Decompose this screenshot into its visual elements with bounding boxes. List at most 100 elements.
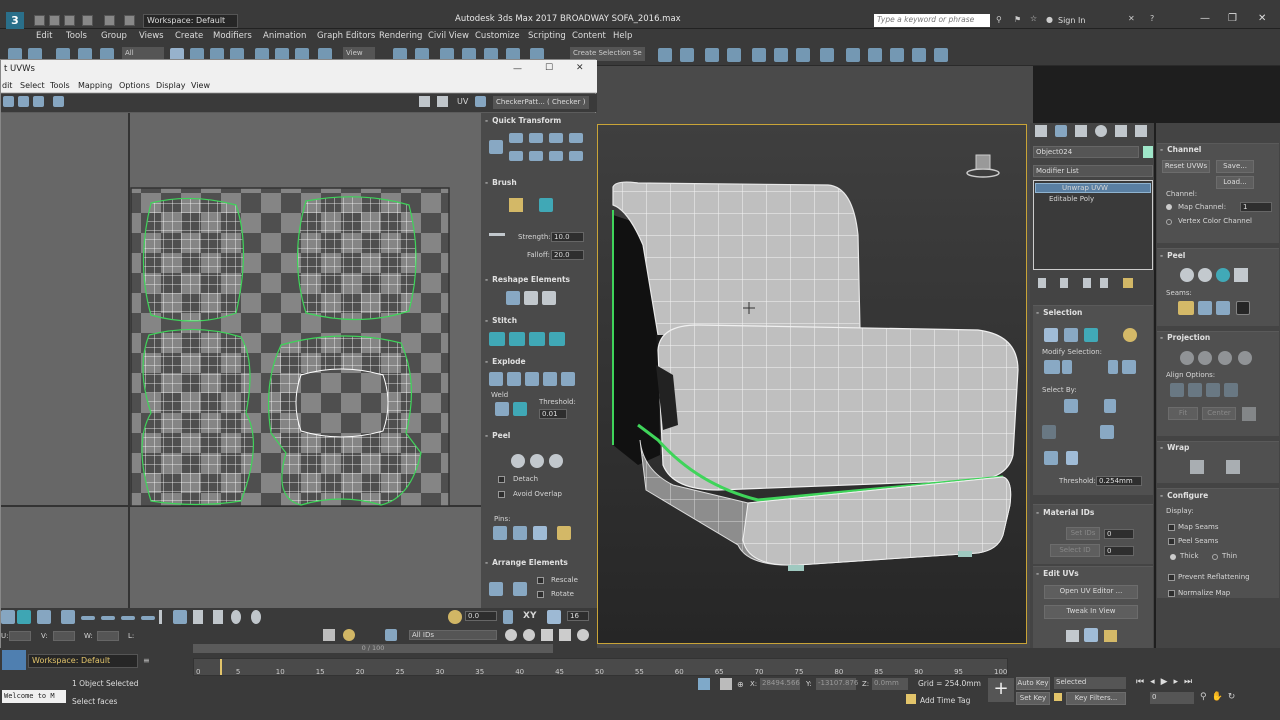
set-key-button[interactable]: Set Key: [1016, 692, 1050, 705]
straighten-icon[interactable]: [506, 291, 520, 305]
app-logo-icon[interactable]: 3: [6, 12, 24, 30]
ring-select-icon[interactable]: [1122, 360, 1136, 374]
redo-icon[interactable]: [104, 15, 115, 26]
detach-checkbox[interactable]: [498, 476, 505, 483]
vertex-mode-icon[interactable]: [1, 610, 15, 624]
map-channel-spinner[interactable]: 1: [1240, 202, 1272, 212]
stitch-to-source-icon[interactable]: [529, 332, 545, 346]
select-by-normal-icon[interactable]: [231, 610, 241, 624]
u-field[interactable]: [9, 631, 31, 641]
channel-header[interactable]: Channel: [1160, 145, 1266, 157]
space-vertical-icon[interactable]: [569, 151, 583, 161]
map-seams-checkbox[interactable]: [1168, 524, 1175, 531]
add-time-tag[interactable]: Add Time Tag: [920, 696, 970, 705]
select-pins-icon[interactable]: [557, 526, 571, 540]
select-id-spinner[interactable]: 0: [1104, 546, 1134, 556]
prevent-reflattening-checkbox[interactable]: [1168, 574, 1175, 581]
hide-icon[interactable]: [343, 629, 355, 641]
auto-pin-moved-icon[interactable]: [533, 526, 547, 540]
modifier-list-dropdown[interactable]: Modifier List: [1033, 165, 1153, 177]
edge-mode-icon[interactable]: [17, 610, 31, 624]
loop-icon[interactable]: [121, 616, 135, 620]
uv-label[interactable]: UV: [457, 97, 468, 106]
select-by-element-icon[interactable]: [1064, 399, 1078, 413]
checker-toggle-icon[interactable]: [419, 96, 430, 107]
freeform-icon[interactable]: [53, 96, 64, 107]
rotate-cw-icon[interactable]: [549, 151, 563, 161]
absolute-mode-icon[interactable]: ⊕: [737, 680, 744, 689]
selection-header[interactable]: Selection: [1036, 308, 1142, 320]
checker-map-dropdown[interactable]: CheckerPatt... ( Checker ): [493, 96, 589, 109]
selection-threshold-spinner[interactable]: 0.254mm: [1096, 476, 1142, 486]
menu-content[interactable]: Content: [572, 31, 606, 41]
shrink-icon[interactable]: [1062, 360, 1072, 374]
lock-selection-icon[interactable]: [323, 629, 335, 641]
select-overlap-icon[interactable]: [251, 610, 261, 624]
set-key-icon[interactable]: +: [988, 678, 1014, 702]
select-id-button[interactable]: Select ID: [1050, 544, 1100, 557]
weld-selected-icon[interactable]: [495, 402, 509, 416]
render-iterative-icon[interactable]: [912, 48, 926, 62]
loop-select-icon[interactable]: [1108, 360, 1118, 374]
stitch-header[interactable]: Stitch: [485, 316, 591, 328]
object-name-field[interactable]: Object024: [1033, 146, 1139, 158]
tweak-in-view-button[interactable]: Tweak In View: [1044, 605, 1138, 619]
configure-modifier-sets-icon[interactable]: [1123, 278, 1133, 288]
filter-selected-icon[interactable]: [385, 629, 397, 641]
spherical-map-icon[interactable]: [1218, 351, 1232, 365]
brush-header[interactable]: Brush: [485, 178, 591, 190]
edit-uvs-header[interactable]: Edit UVs: [1036, 569, 1142, 581]
paint-move-brush-icon[interactable]: [509, 198, 523, 212]
remove-modifier-icon[interactable]: [1100, 278, 1108, 288]
pack-together-icon[interactable]: [513, 582, 527, 596]
toggle-ribbon-icon[interactable]: [752, 48, 766, 62]
menu-tools[interactable]: Tools: [66, 31, 87, 41]
linear-align-icon[interactable]: [529, 151, 543, 161]
layers-icon[interactable]: ≡: [143, 656, 155, 666]
break-icon[interactable]: [489, 372, 503, 386]
ring-icon[interactable]: [141, 616, 155, 620]
uv-menu-select[interactable]: Select: [20, 81, 45, 90]
align-y-icon[interactable]: [1188, 383, 1202, 397]
menu-modifiers[interactable]: Modifiers: [213, 31, 252, 41]
reset-projection-icon[interactable]: [1242, 407, 1256, 421]
select-inverted-icon[interactable]: [193, 610, 203, 624]
rotate-checkbox[interactable]: [537, 591, 544, 598]
vertex-color-channel-radio[interactable]: [1166, 219, 1172, 225]
render-in-cloud-icon[interactable]: [934, 48, 948, 62]
all-ids-dropdown[interactable]: All IDs: [409, 630, 497, 640]
peel-header[interactable]: Peel: [485, 431, 591, 443]
rescale-checkbox[interactable]: [537, 577, 544, 584]
time-slider[interactable]: 0 / 100: [193, 644, 553, 653]
uv-plane-icon[interactable]: [475, 96, 486, 107]
make-unique-icon[interactable]: [1083, 278, 1091, 288]
v-field[interactable]: [53, 631, 75, 641]
rotate-view-icon[interactable]: [577, 629, 589, 641]
material-editor-icon[interactable]: [820, 48, 834, 62]
w-field[interactable]: [97, 631, 119, 641]
edit-seams-icon[interactable]: [1178, 301, 1194, 315]
select-by-planar-icon[interactable]: [1104, 399, 1116, 413]
search-icon[interactable]: ⚲: [996, 15, 1002, 24]
menu-help[interactable]: Help: [613, 31, 632, 41]
uv-menu-tools[interactable]: Tools: [50, 81, 70, 90]
time-tag-icon[interactable]: [906, 694, 916, 704]
arrange-elements-header[interactable]: Arrange Elements: [485, 558, 591, 570]
wrap-header[interactable]: Wrap: [1160, 443, 1266, 455]
spline-map-icon[interactable]: [1190, 460, 1204, 474]
workspace-selector[interactable]: Workspace: Default: [28, 654, 138, 668]
hierarchy-tab-icon[interactable]: [1075, 125, 1087, 137]
menu-create[interactable]: Create: [175, 31, 203, 41]
unpin-icon[interactable]: [513, 526, 527, 540]
align-z-icon[interactable]: [1206, 383, 1220, 397]
polygon-mode-icon[interactable]: [37, 610, 51, 624]
pan-icon[interactable]: [505, 629, 517, 641]
snap-settings-icon[interactable]: [448, 610, 462, 624]
relax-settings-icon[interactable]: [542, 291, 556, 305]
select-element-icon[interactable]: [1123, 328, 1137, 342]
reset-peel-icon[interactable]: [549, 454, 563, 468]
isolate-selection-icon[interactable]: [698, 678, 710, 690]
minimize-icon[interactable]: —: [1200, 13, 1210, 24]
space-horizontal-icon[interactable]: [569, 133, 583, 143]
load-button[interactable]: Load...: [1216, 176, 1254, 189]
